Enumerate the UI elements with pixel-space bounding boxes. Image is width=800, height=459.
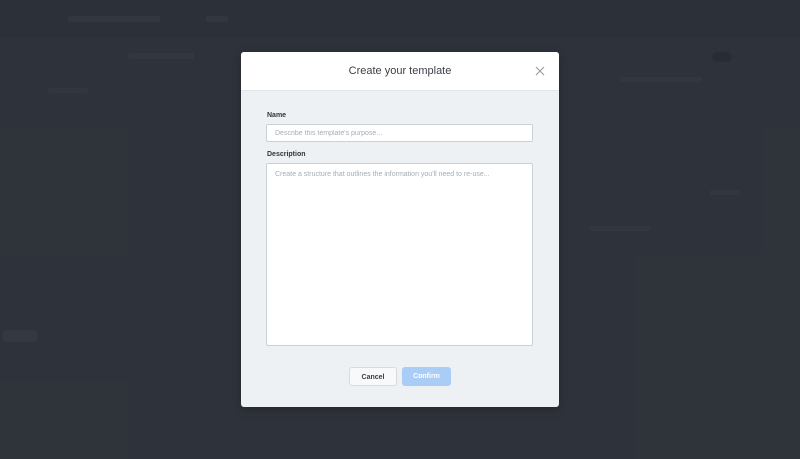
close-icon [535, 66, 545, 76]
modal-title: Create your template [348, 65, 452, 77]
cancel-button[interactable]: Cancel [349, 367, 397, 386]
name-field[interactable] [266, 124, 533, 142]
close-button[interactable] [533, 64, 547, 78]
name-label: Name [267, 112, 287, 119]
confirm-button[interactable]: Confirm [402, 367, 451, 386]
description-label: Description [267, 151, 306, 158]
modal-header: Create your template [241, 52, 559, 91]
description-field[interactable] [266, 163, 533, 346]
create-template-modal: Create your template Name Description Ca… [241, 52, 559, 407]
